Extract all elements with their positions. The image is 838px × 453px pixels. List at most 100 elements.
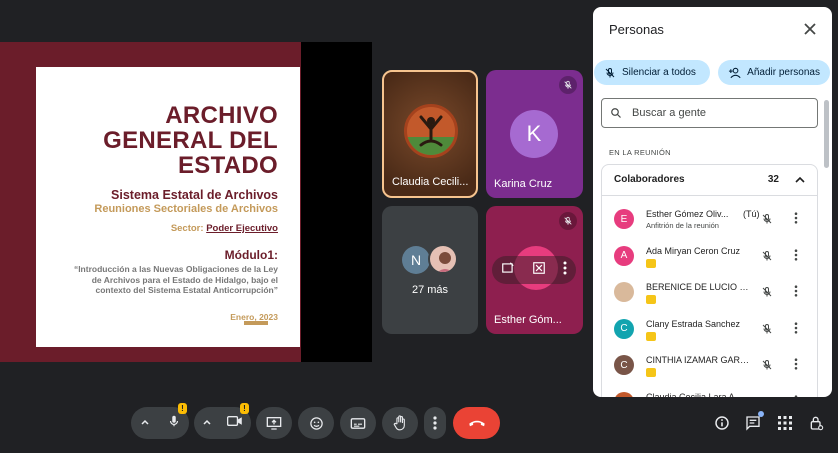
- more-options-icon[interactable]: [794, 357, 798, 375]
- sector-label: Sector:: [170, 223, 207, 234]
- slide-title: ARCHIVO GENERAL DEL ESTADO: [36, 103, 278, 178]
- chevron-up-icon[interactable]: [793, 173, 807, 192]
- group-count: 32: [767, 174, 779, 185]
- remove-tile-icon[interactable]: [532, 261, 546, 280]
- slide-title-line1: ARCHIVO: [165, 102, 278, 129]
- slide-description: “Introducción a las Nuevas Obligaciones …: [73, 264, 278, 295]
- slide: ARCHIVO GENERAL DEL ESTADO Sistema Estat…: [0, 42, 301, 362]
- raise-hand-button[interactable]: [382, 407, 418, 439]
- participant-row[interactable]: Claudia Cecilia Lara A...: [614, 388, 814, 397]
- captions-button[interactable]: [340, 407, 376, 439]
- meeting-info-icon[interactable]: [712, 413, 732, 433]
- camera-control: !: [194, 403, 251, 439]
- reactions-button[interactable]: [298, 407, 334, 439]
- warning-icon: !: [240, 403, 249, 414]
- slide-content: ARCHIVO GENERAL DEL ESTADO Sistema Estat…: [36, 67, 300, 347]
- more-participants-tile[interactable]: N 27 más: [382, 206, 478, 334]
- avatar: C: [614, 355, 634, 375]
- search-icon: [611, 108, 621, 118]
- divider: [602, 195, 817, 196]
- host-controls-icon[interactable]: [806, 413, 826, 433]
- search-input[interactable]: Buscar a gente: [601, 98, 818, 128]
- mic-off-icon[interactable]: [761, 285, 773, 303]
- slide-title-line2: GENERAL DEL: [103, 127, 278, 154]
- collaborators-group: Colaboradores 32 E Esther Gómez Oliv... (T…: [601, 164, 818, 397]
- mic-off-icon: [605, 67, 615, 77]
- tile-name: Claudia Cecili...: [392, 176, 469, 188]
- participant-tile-esther[interactable]: Esther Góm...: [486, 206, 583, 334]
- leave-call-button[interactable]: [453, 407, 500, 439]
- tile-name: Karina Cruz: [494, 178, 553, 190]
- add-people-label: Añadir personas: [747, 67, 820, 78]
- present-icon: [266, 417, 282, 430]
- captions-icon: [350, 417, 366, 429]
- mute-all-button[interactable]: Silenciar a todos: [594, 60, 710, 85]
- add-people-button[interactable]: Añadir personas: [718, 60, 830, 85]
- slide-title-line3: ESTADO: [177, 152, 278, 179]
- slide-subtitle: Sistema Estatal de Archivos: [111, 188, 278, 202]
- more-options-icon[interactable]: [794, 211, 798, 229]
- mic-off-icon[interactable]: [761, 249, 773, 267]
- participant-row[interactable]: C Clany Estrada Sanchez: [614, 315, 814, 351]
- mic-off-icon[interactable]: [761, 212, 773, 230]
- section-label: EN LA REUNIÓN: [609, 148, 671, 157]
- participant-row[interactable]: A Ada Miryan Ceron Cruz: [614, 242, 814, 278]
- slide-sector: Sector: Poder Ejecutivo: [36, 223, 278, 234]
- more-options-icon[interactable]: [794, 284, 798, 302]
- mic-off-icon[interactable]: [761, 358, 773, 376]
- scrollbar[interactable]: [824, 100, 829, 168]
- mute-all-label: Silenciar a todos: [622, 67, 696, 78]
- frame-icon[interactable]: [501, 261, 515, 280]
- sector-value: Poder Ejecutivo: [206, 223, 278, 234]
- activities-icon[interactable]: [775, 413, 795, 433]
- warning-icon: !: [178, 403, 187, 414]
- chat-icon[interactable]: [743, 411, 764, 433]
- mic-button[interactable]: [167, 413, 181, 434]
- add-person-icon: [728, 67, 741, 78]
- group-label: Colaboradores: [614, 174, 685, 185]
- chevron-up-icon[interactable]: [202, 414, 212, 432]
- badge-icon: [646, 331, 656, 341]
- panel-title: Personas: [609, 22, 664, 37]
- camera-button[interactable]: [227, 414, 243, 432]
- more-options-icon[interactable]: [794, 321, 798, 339]
- hang-up-icon: [468, 420, 485, 427]
- participant-name: Ada Miryan Ceron Cruz: [646, 245, 741, 256]
- avatar: N: [402, 246, 430, 274]
- close-icon[interactable]: [802, 21, 818, 37]
- more-options-button[interactable]: [424, 407, 446, 439]
- yoga-avatar: [404, 104, 458, 158]
- participant-name: Clany Estrada Sanchez: [646, 318, 741, 329]
- hand-icon: [393, 415, 405, 431]
- participant-row[interactable]: BERENICE DE LUCIO ES...: [614, 278, 814, 314]
- chevron-up-icon[interactable]: [140, 414, 150, 432]
- participant-role: Anfitrión de la reunión: [646, 221, 719, 230]
- mic-off-icon: [559, 76, 577, 94]
- participant-name: CINTHIA IZAMAR GARC...: [646, 355, 751, 365]
- participant-tile-karina[interactable]: K Karina Cruz: [486, 70, 583, 198]
- present-screen-button[interactable]: [256, 407, 292, 439]
- participant-tile-claudia[interactable]: Claudia Cecili...: [382, 70, 478, 198]
- slide-module: Módulo1:: [224, 248, 278, 262]
- notification-dot: [758, 411, 764, 417]
- participant-row[interactable]: C CINTHIA IZAMAR GARC...: [614, 351, 814, 387]
- mic-off-icon[interactable]: [761, 395, 773, 397]
- participant-name: Esther Gómez Oliv...: [646, 209, 729, 219]
- tile-controls: [492, 256, 576, 284]
- badge-icon: [646, 258, 656, 268]
- more-count-label: 27 más: [411, 284, 449, 296]
- you-label: (Tú): [743, 209, 760, 219]
- avatar: [614, 282, 634, 302]
- more-options-icon[interactable]: [563, 261, 567, 280]
- more-options-icon[interactable]: [794, 394, 798, 397]
- presentation-tile[interactable]: ARCHIVO GENERAL DEL ESTADO Sistema Estat…: [0, 42, 372, 362]
- participant-row[interactable]: E Esther Gómez Oliv... (Tú) Anfitrión de la…: [614, 205, 814, 241]
- avatar: A: [614, 245, 634, 266]
- search-placeholder: Buscar a gente: [632, 107, 706, 119]
- avatar: E: [614, 209, 634, 229]
- mic-off-icon[interactable]: [761, 322, 773, 340]
- emoji-icon: [309, 416, 323, 430]
- tile-name: Esther Góm...: [494, 314, 562, 326]
- participant-name: BERENICE DE LUCIO ES...: [646, 282, 751, 292]
- more-options-icon[interactable]: [794, 248, 798, 266]
